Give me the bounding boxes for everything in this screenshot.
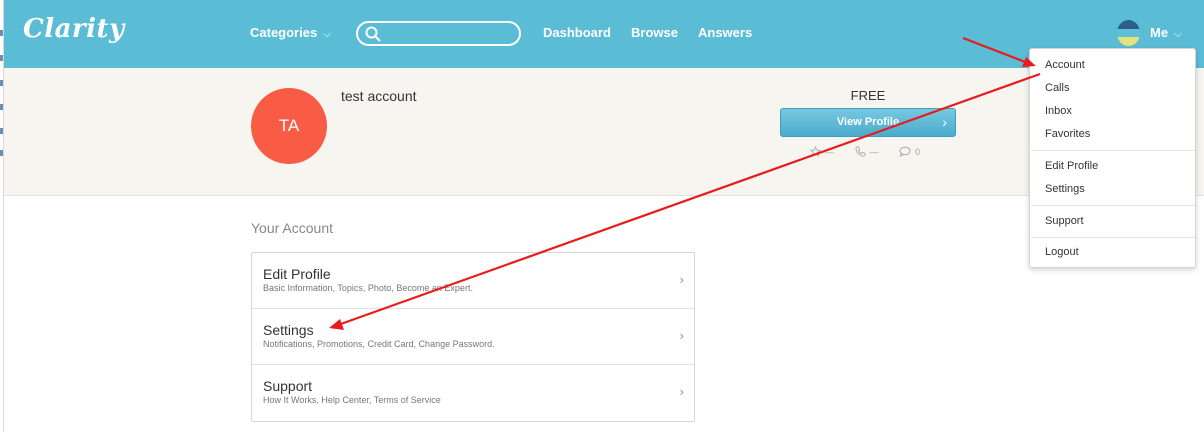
calls-value: — bbox=[869, 146, 879, 157]
account-options-list: Edit Profile Basic Information, Topics, … bbox=[251, 252, 695, 422]
top-navbar: Clarity Categories ⌵ Dashboard Browse Ans… bbox=[4, 0, 1204, 68]
view-profile-label: View Profile bbox=[836, 116, 900, 128]
clarity-logo[interactable]: Clarity bbox=[23, 14, 125, 44]
search-icon bbox=[365, 26, 381, 42]
account-name: test account bbox=[341, 88, 417, 104]
menu-divider bbox=[1031, 237, 1195, 238]
menu-item-favorites[interactable]: Favorites bbox=[1045, 128, 1090, 140]
menu-item-logout[interactable]: Logout bbox=[1045, 246, 1079, 258]
nav-categories-label: Categories bbox=[250, 25, 318, 40]
chevron-right-icon: › bbox=[679, 384, 684, 399]
list-item-title: Support bbox=[263, 378, 313, 394]
menu-item-inbox[interactable]: Inbox bbox=[1045, 105, 1072, 117]
view-profile-button[interactable]: View Profile › bbox=[780, 108, 956, 137]
calls-stat: — bbox=[854, 146, 879, 157]
menu-item-edit-profile[interactable]: Edit Profile bbox=[1045, 160, 1098, 172]
menu-item-settings[interactable]: Settings bbox=[1045, 183, 1085, 195]
star-icon bbox=[810, 146, 821, 157]
profile-header: TA test account FREE View Profile › — — … bbox=[4, 68, 1204, 196]
chevron-right-icon: › bbox=[679, 272, 684, 287]
account-item-support[interactable]: Support How It Works, Help Center, Terms… bbox=[252, 365, 694, 421]
rating-value: — bbox=[825, 146, 834, 157]
rating-stat: — bbox=[810, 146, 834, 157]
menu-divider bbox=[1031, 150, 1195, 151]
chevron-right-icon: › bbox=[942, 114, 947, 130]
nav-categories[interactable]: Categories ⌵ bbox=[250, 25, 331, 40]
messages-stat: 0 bbox=[899, 146, 920, 157]
list-item-subtitle: How It Works, Help Center, Terms of Serv… bbox=[263, 395, 441, 405]
user-menu-toggle[interactable]: Me ⌵ bbox=[1150, 25, 1182, 40]
profile-avatar: TA bbox=[251, 88, 327, 164]
user-menu-label: Me bbox=[1150, 25, 1169, 40]
nav-browse[interactable]: Browse bbox=[631, 25, 678, 40]
menu-item-calls[interactable]: Calls bbox=[1045, 82, 1069, 94]
chevron-right-icon: › bbox=[679, 328, 684, 343]
user-avatar[interactable] bbox=[1117, 20, 1140, 46]
messages-value: 0 bbox=[915, 146, 921, 157]
your-account-heading: Your Account bbox=[251, 220, 333, 236]
list-item-title: Settings bbox=[263, 322, 314, 338]
chat-bubble-icon bbox=[899, 146, 911, 157]
phone-icon bbox=[854, 146, 866, 157]
nav-dashboard[interactable]: Dashboard bbox=[543, 25, 611, 40]
chevron-down-icon: ⌵ bbox=[323, 29, 331, 40]
search-box[interactable] bbox=[356, 21, 521, 46]
menu-item-account[interactable]: Account bbox=[1045, 59, 1085, 71]
menu-divider bbox=[1031, 205, 1195, 206]
account-item-edit-profile[interactable]: Edit Profile Basic Information, Topics, … bbox=[252, 253, 694, 309]
menu-item-support[interactable]: Support bbox=[1045, 215, 1084, 227]
user-dropdown-menu: Account Calls Inbox Favorites Edit Profi… bbox=[1029, 48, 1196, 268]
list-item-title: Edit Profile bbox=[263, 266, 331, 282]
list-item-subtitle: Notifications, Promotions, Credit Card, … bbox=[263, 339, 495, 349]
account-item-settings[interactable]: Settings Notifications, Promotions, Cred… bbox=[252, 309, 694, 365]
profile-stats: — — 0 bbox=[810, 146, 938, 159]
list-item-subtitle: Basic Information, Topics, Photo, Become… bbox=[263, 283, 473, 293]
chevron-down-icon: ⌵ bbox=[1174, 29, 1182, 40]
plan-label: FREE bbox=[850, 88, 886, 103]
nav-answers[interactable]: Answers bbox=[698, 25, 752, 40]
